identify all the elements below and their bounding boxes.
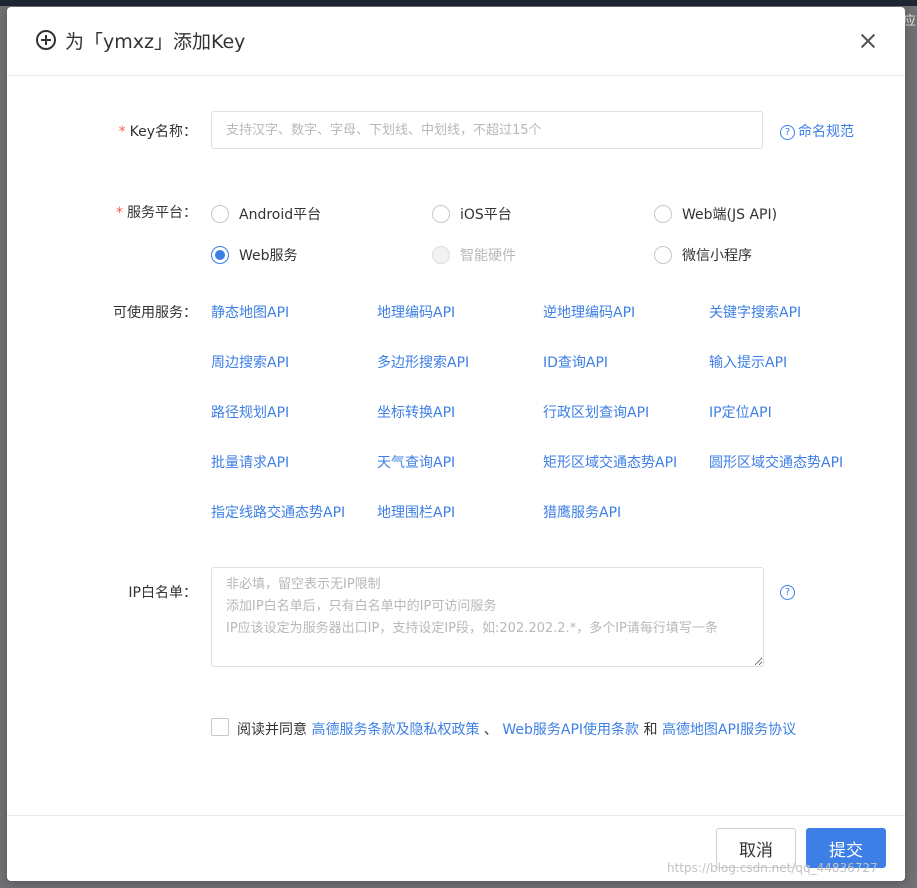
agreement-text: 阅读并同意 高德服务条款及隐私权政策 、 Web服务API使用条款 和 高德地图… [237, 719, 796, 739]
radio-label: Web服务 [239, 248, 298, 264]
radio-wechat-mini-program[interactable]: 微信小程序 [654, 245, 752, 265]
radio-circle [654, 205, 672, 223]
service-link[interactable]: 指定线路交通态势API [211, 502, 345, 522]
service-link[interactable]: 矩形区域交通态势API [543, 452, 677, 472]
service-link[interactable]: IP定位API [709, 402, 772, 422]
background-top-bar [0, 0, 917, 6]
key-name-label: * Key名称： [7, 121, 197, 141]
radio-circle [432, 205, 450, 223]
agreement-checkbox[interactable] [211, 718, 229, 736]
service-link[interactable]: ID查询API [543, 352, 608, 372]
services-label: 可使用服务： [113, 305, 197, 321]
ip-whitelist-label: IP白名单： [128, 585, 197, 601]
service-link[interactable]: 地理围栏API [377, 502, 455, 522]
radio-label: 智能硬件 [460, 248, 516, 264]
terms-privacy-link[interactable]: 高德服务条款及隐私权政策 [311, 722, 479, 738]
question-circle-icon[interactable]: ? [780, 584, 798, 600]
service-link[interactable]: 多边形搜索API [377, 352, 469, 372]
agreement-prefix: 阅读并同意 [237, 722, 307, 738]
dialog-header: 为「ymxz」添加Key [7, 7, 905, 76]
background-text: 应 [903, 14, 917, 29]
radio-label: iOS平台 [460, 207, 512, 223]
service-link[interactable]: 猎鹰服务API [543, 502, 621, 522]
plus-circle-icon [36, 30, 56, 50]
radio-circle [211, 205, 229, 223]
radio-android[interactable]: Android平台 [211, 204, 321, 224]
service-link[interactable]: 地理编码API [377, 302, 455, 322]
service-link[interactable]: 路径规划API [211, 402, 289, 422]
question-circle-icon: ? [780, 125, 795, 140]
service-link[interactable]: 坐标转换API [377, 402, 455, 422]
ip-help-glyph: ? [780, 585, 795, 600]
platform-label-text: 服务平台： [127, 205, 197, 221]
add-key-dialog: 为「ymxz」添加Key *Key名称： ?命名规范 *服务平台： Androi… [7, 7, 905, 881]
required-mark: * [116, 205, 123, 221]
service-link[interactable]: 圆形区域交通态势API [709, 452, 843, 472]
radio-web-js-api[interactable]: Web端(JS API) [654, 204, 777, 224]
key-name-label-text: Key名称： [129, 124, 197, 140]
agreement-separator: 、 [483, 722, 498, 738]
required-mark: * [118, 124, 126, 140]
service-link[interactable]: 行政区划查询API [543, 402, 649, 422]
radio-label: Android平台 [239, 207, 322, 223]
radio-ios[interactable]: iOS平台 [432, 204, 512, 224]
map-api-agreement-link[interactable]: 高德地图API服务协议 [662, 722, 796, 738]
service-link[interactable]: 逆地理编码API [543, 302, 635, 322]
radio-web-service[interactable]: Web服务 [211, 245, 298, 265]
watermark: https://blog.csdn.net/qq_44836727 [667, 861, 878, 875]
footer-divider [7, 815, 905, 816]
platform-label: * 服务平台： [7, 202, 197, 222]
radio-label: 微信小程序 [682, 248, 752, 264]
naming-rules-link[interactable]: ? 命名规范 [780, 121, 854, 141]
radio-smart-hardware: 智能硬件 [432, 245, 516, 265]
agreement-separator: 和 [643, 722, 658, 738]
radio-circle [432, 246, 450, 264]
radio-circle [654, 246, 672, 264]
service-link[interactable]: 批量请求API [211, 452, 289, 472]
naming-rules-link-text: 命名规范 [798, 124, 854, 140]
service-link[interactable]: 周边搜索API [211, 352, 289, 372]
radio-label: Web端(JS API) [682, 207, 778, 223]
service-link[interactable]: 输入提示API [709, 352, 787, 372]
web-service-terms-link[interactable]: Web服务API使用条款 [502, 722, 639, 738]
ip-whitelist-textarea[interactable] [211, 567, 764, 667]
service-link[interactable]: 关键字搜索API [709, 302, 801, 322]
radio-circle [211, 246, 229, 264]
key-name-input[interactable] [211, 111, 763, 149]
service-link[interactable]: 天气查询API [377, 452, 455, 472]
service-link[interactable]: 静态地图API [211, 302, 289, 322]
close-icon[interactable] [858, 31, 878, 51]
dialog-title: 为「ymxz」添加Key [65, 31, 246, 53]
